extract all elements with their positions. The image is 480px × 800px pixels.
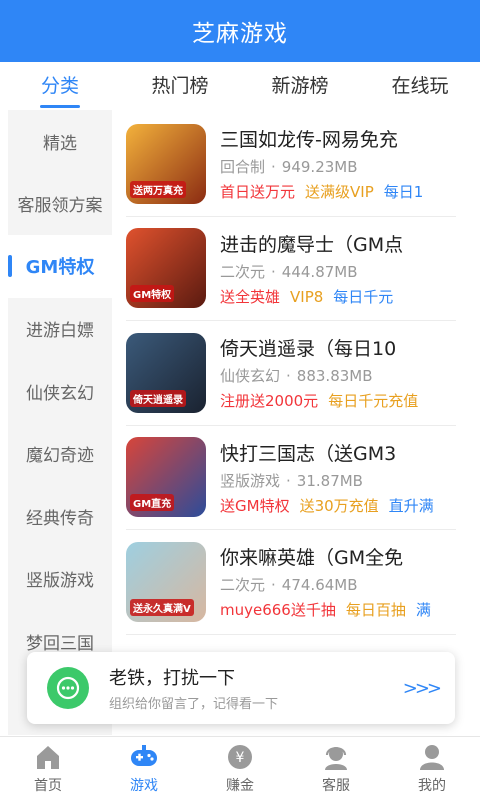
game-tag: 满 — [415, 601, 431, 620]
coin-icon: ¥ — [225, 742, 255, 772]
game-tag: 直升满 — [388, 496, 434, 515]
game-name[interactable]: 你来嘛英雄（GM全免 — [220, 543, 456, 570]
support-icon — [321, 742, 351, 772]
game-name[interactable]: 快打三国志（送GM3 — [220, 439, 456, 466]
game-size: 949.23MB — [281, 158, 358, 177]
sidebar-item-featured[interactable]: 精选 — [8, 110, 112, 173]
game-size: 444.87MB — [281, 262, 358, 281]
user-icon — [417, 742, 447, 772]
game-icon[interactable]: 倚天逍遥录 — [126, 332, 206, 413]
sidebar-item-free-entry[interactable]: 进游白嫖 — [8, 298, 112, 361]
game-name[interactable]: 倚天逍遥录（每日10 — [220, 334, 456, 361]
game-icon[interactable]: GM特权 — [126, 228, 206, 309]
game-list: 送两万真充 三国如龙传-网易免充回合制 · 949.23MB 首日送万元 送满级VIP 每日… — [126, 112, 456, 736]
game-row[interactable]: 倚天逍遥录 倚天逍遥录（每日10 仙侠玄幻 · 883.83MB 注册送2000元 每日千元… — [126, 321, 456, 426]
toast-title: 老铁，打扰一下 — [109, 668, 235, 689]
chat-bubble-icon — [47, 667, 89, 709]
nav-profile[interactable]: 我的 — [384, 737, 480, 800]
nav-games-label: 游戏 — [130, 778, 158, 794]
game-name[interactable]: 进击的魔导士（GM点 — [220, 230, 456, 257]
game-icon[interactable]: GM直充 — [126, 437, 206, 518]
game-tag: 首日送万元 — [220, 183, 296, 202]
tab-hot-rank[interactable]: 热门榜 — [120, 62, 240, 110]
nav-earn[interactable]: ¥ 赚金 — [192, 737, 288, 800]
game-name[interactable]: 三国如龙传-网易免充 — [220, 125, 456, 152]
game-tag: 注册送2000元 — [220, 392, 319, 411]
bottom-nav: 首页 游戏 ¥ 赚金 客服 我的 — [0, 736, 480, 800]
toast-arrow-icon[interactable]: >>> — [403, 678, 442, 699]
tab-new-rank[interactable]: 新游榜 — [240, 62, 360, 110]
home-icon — [33, 742, 63, 772]
game-row[interactable]: 送永久真满V 你来嘛英雄（GM全免二次元 · 474.64MB muye666送千抽 每日… — [126, 530, 456, 635]
sidebar-item-vertical[interactable]: 竖版游戏 — [8, 548, 112, 611]
game-size: 883.83MB — [296, 367, 373, 386]
game-icon-label: GM直充 — [130, 494, 175, 512]
game-row[interactable]: 送两万真充 三国如龙传-网易免充回合制 · 949.23MB 首日送万元 送满级VIP 每日… — [126, 112, 456, 217]
sidebar-item-xianxia[interactable]: 仙侠玄幻 — [8, 360, 112, 423]
game-icon[interactable]: 送两万真充 — [126, 123, 206, 204]
game-type: 二次元 — [220, 262, 266, 281]
game-icon-label: 送永久真满V — [130, 598, 194, 616]
game-tag: 每日百抽 — [345, 601, 406, 620]
gamepad-icon — [129, 742, 159, 772]
sidebar-item-fantasy[interactable]: 魔幻奇迹 — [8, 423, 112, 486]
game-tag: 每日1 — [383, 183, 424, 202]
nav-games[interactable]: 游戏 — [96, 737, 192, 800]
game-type: 回合制 — [220, 158, 266, 177]
nav-support-label: 客服 — [322, 778, 350, 794]
separator-dot: · — [271, 262, 276, 281]
game-tag: muye666送千抽 — [220, 601, 336, 620]
game-tag: 送满级VIP — [305, 183, 374, 202]
game-tag: 送全英雄 — [220, 287, 281, 306]
game-size: 474.64MB — [281, 576, 358, 595]
message-toast[interactable]: 老铁，打扰一下 组织给你留言了，记得看一下 >>> — [27, 652, 455, 724]
svg-text:¥: ¥ — [236, 750, 245, 766]
nav-home-label: 首页 — [34, 778, 62, 794]
game-tag: 每日千元充值 — [328, 392, 419, 411]
game-icon-label: 倚天逍遥录 — [130, 389, 186, 407]
app-title: 芝麻游戏 — [192, 21, 288, 47]
separator-dot: · — [271, 576, 276, 595]
category-tabs: 分类 热门榜 新游榜 在线玩 — [0, 62, 480, 110]
nav-home[interactable]: 首页 — [0, 737, 96, 800]
sidebar-item-legend[interactable]: 经典传奇 — [8, 485, 112, 548]
game-type: 仙侠玄幻 — [220, 367, 281, 386]
nav-profile-label: 我的 — [418, 778, 446, 794]
game-tag: VIP8 — [290, 287, 324, 306]
sidebar-item-gm-privilege[interactable]: GM特权 — [8, 235, 112, 298]
separator-dot: · — [286, 367, 291, 386]
toast-subtitle: 组织给你留言了，记得看一下 — [109, 697, 279, 712]
game-icon-label: 送两万真充 — [130, 180, 186, 198]
game-tag: 送30万充值 — [299, 496, 379, 515]
tab-online-play[interactable]: 在线玩 — [360, 62, 480, 110]
category-sidebar: 精选 客服领方案 GM特权 进游白嫖 仙侠玄幻 魔幻奇迹 经典传奇 竖版游戏 梦… — [8, 110, 112, 735]
game-size: 31.87MB — [296, 471, 363, 490]
game-row[interactable]: GM直充 快打三国志（送GM3 竖版游戏 · 31.87MB 送GM特权 送30万充值 直升满 — [126, 426, 456, 530]
separator-dot: · — [286, 471, 291, 490]
nav-earn-label: 赚金 — [226, 778, 254, 794]
game-type: 二次元 — [220, 576, 266, 595]
tab-category[interactable]: 分类 — [0, 62, 120, 110]
game-icon[interactable]: 送永久真满V — [126, 541, 206, 622]
separator-dot: · — [271, 158, 276, 177]
nav-support[interactable]: 客服 — [288, 737, 384, 800]
app-header: 芝麻游戏 — [0, 0, 480, 62]
game-icon-label: GM特权 — [130, 285, 175, 303]
sidebar-item-service-plan[interactable]: 客服领方案 — [8, 173, 112, 236]
game-tag: 每日千元 — [333, 287, 394, 306]
game-tag: 送GM特权 — [220, 496, 290, 515]
game-row[interactable]: GM特权 进击的魔导士（GM点二次元 · 444.87MB 送全英雄 VIP8 每日千元 — [126, 217, 456, 321]
game-type: 竖版游戏 — [220, 471, 281, 490]
